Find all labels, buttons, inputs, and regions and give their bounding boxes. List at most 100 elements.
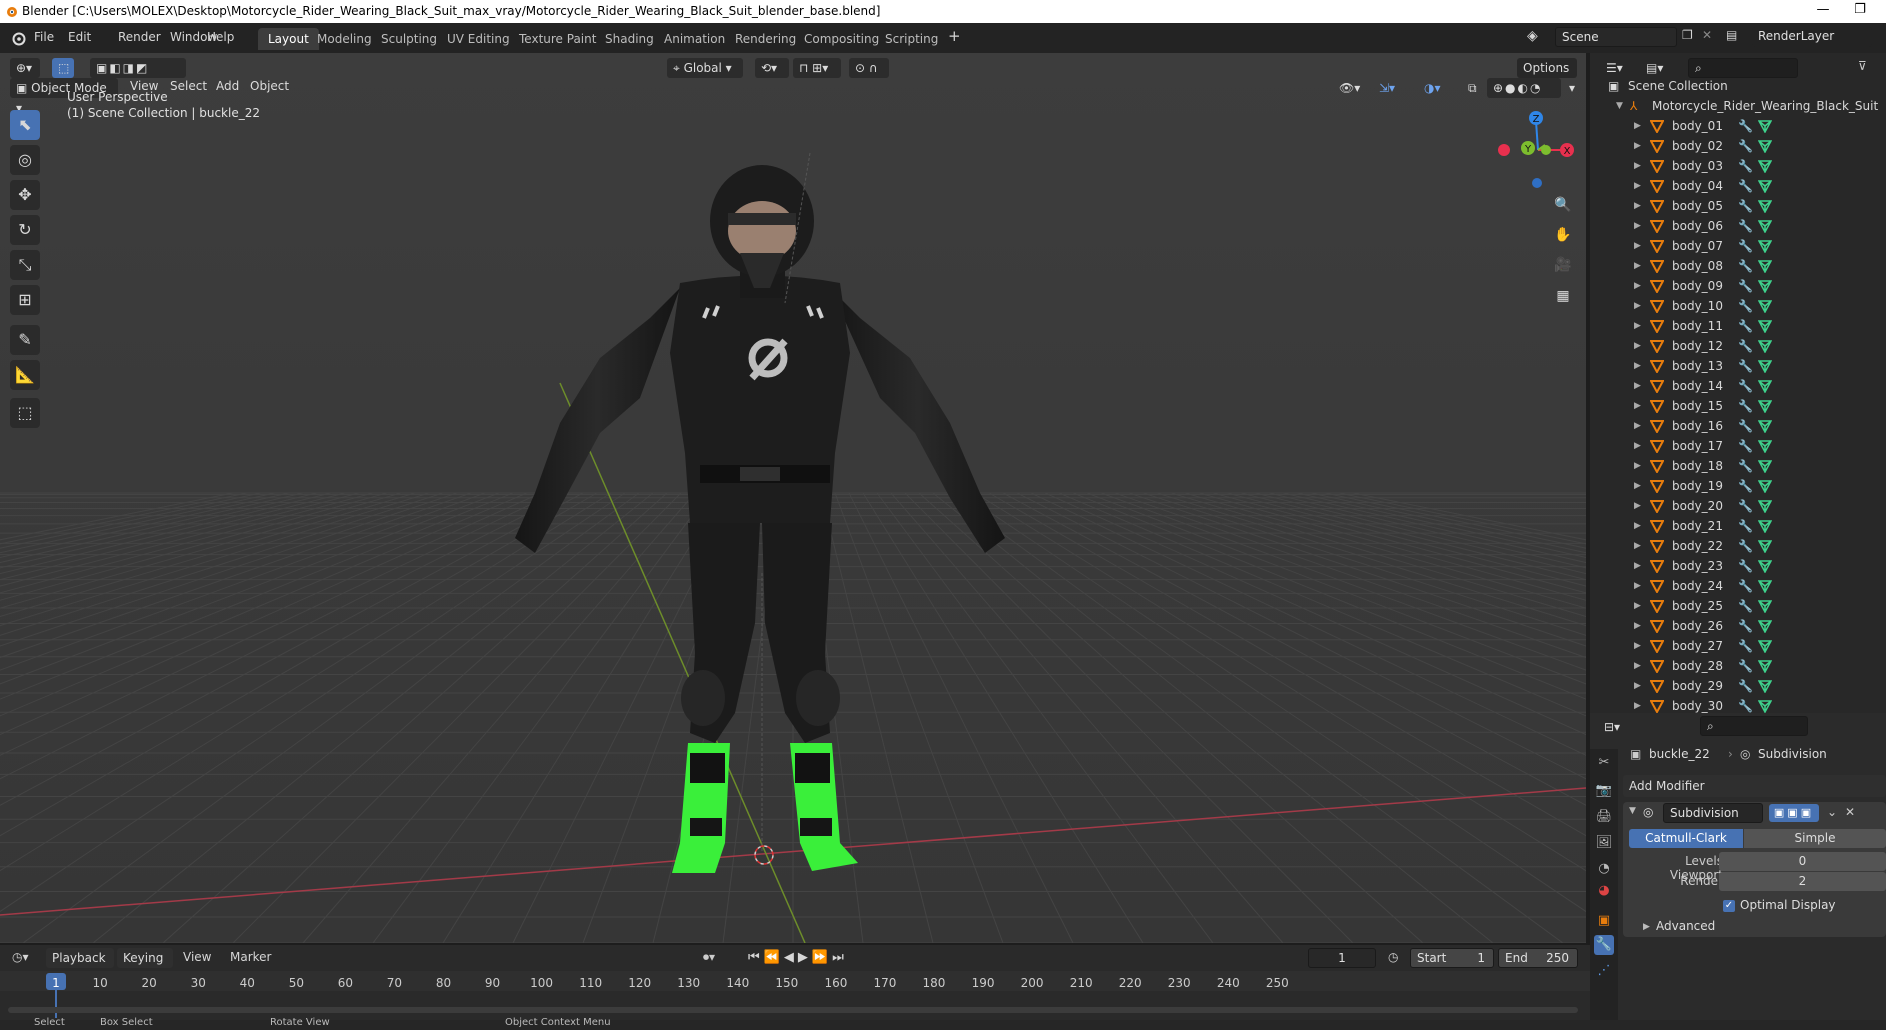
properties-search-input[interactable]: ⌕ xyxy=(1700,716,1808,736)
viewport-scene[interactable]: Z X Y xyxy=(0,53,1586,943)
visibility-toggle-icon[interactable]: 👁▾ xyxy=(1333,78,1367,98)
expand-icon[interactable]: ▶ xyxy=(1634,256,1641,276)
3d-viewport[interactable]: Z X Y ⊕▾ ⬚ ▣◧◨◩ ⌖ Global ▾ ⟲▾ ⊓ ⊞▾ ⊙ ∩ O… xyxy=(0,53,1586,943)
mesh-data-icon[interactable] xyxy=(1758,279,1772,293)
render-tab-icon[interactable]: 📷 xyxy=(1594,781,1614,801)
gizmo-toggle-icon[interactable]: ⇲▾ xyxy=(1373,78,1413,98)
mesh-data-icon[interactable] xyxy=(1758,139,1772,153)
expand-icon[interactable]: ▶ xyxy=(1634,116,1641,136)
pan-hand-icon[interactable]: ✋ xyxy=(1551,223,1575,247)
modifier-wrench-icon[interactable]: 🔧 xyxy=(1738,436,1753,456)
camera-view-icon[interactable]: 🎥 xyxy=(1551,253,1575,277)
outliner-item[interactable]: ▶ body_05 🔧 xyxy=(1590,196,1886,216)
mesh-data-icon[interactable] xyxy=(1758,199,1772,213)
shading-mode-buttons[interactable]: ⊕●◐◔ xyxy=(1487,78,1561,98)
playback-dropdown[interactable]: Playback ▾ xyxy=(46,948,114,985)
outliner-item[interactable]: ▶ body_12 🔧 xyxy=(1590,336,1886,356)
mesh-data-icon[interactable] xyxy=(1758,359,1772,373)
modifier-wrench-icon[interactable]: 🔧 xyxy=(1738,176,1753,196)
expand-icon[interactable]: ▶ xyxy=(1634,196,1641,216)
outliner-item[interactable]: ▶ body_22 🔧 xyxy=(1590,536,1886,556)
playback-controls[interactable]: ⏮⏪◀▶⏩⏭ xyxy=(748,950,848,965)
view-layer-icon[interactable]: ▤ xyxy=(1726,28,1737,42)
outliner-item[interactable]: ▶ body_30 🔧 xyxy=(1590,696,1886,713)
expand-icon[interactable]: ▶ xyxy=(1634,396,1641,416)
mesh-data-icon[interactable] xyxy=(1758,599,1772,613)
minimize-button[interactable]: — xyxy=(1808,2,1838,20)
scene-tab-icon[interactable]: ◔ xyxy=(1594,859,1614,879)
modifier-tab-icon[interactable]: 🔧 xyxy=(1594,935,1614,955)
expand-icon[interactable]: ▶ xyxy=(1634,296,1641,316)
modifier-wrench-icon[interactable]: 🔧 xyxy=(1738,276,1753,296)
modifier-wrench-icon[interactable]: 🔧 xyxy=(1738,676,1753,696)
tab-sculpting[interactable]: Sculpting xyxy=(371,28,447,50)
render-levels-field[interactable]: 2 xyxy=(1719,872,1886,891)
zoom-icon[interactable]: 🔍 xyxy=(1551,193,1575,217)
current-frame-field[interactable]: 1 xyxy=(1308,948,1376,968)
perspective-toggle-icon[interactable]: ▦ xyxy=(1551,284,1575,308)
keying-dropdown[interactable]: Keying ▾ xyxy=(117,948,173,985)
mesh-data-icon[interactable] xyxy=(1758,419,1772,433)
transform-orientation-dropdown[interactable]: ⌖ Global ▾ xyxy=(667,58,743,78)
expand-icon[interactable]: ▶ xyxy=(1634,616,1641,636)
mesh-data-icon[interactable] xyxy=(1758,319,1772,333)
simple-button[interactable]: Simple xyxy=(1744,829,1886,848)
outliner-item[interactable]: ▶ body_03 🔧 xyxy=(1590,156,1886,176)
expand-icon[interactable]: ▶ xyxy=(1634,596,1641,616)
outliner-collection[interactable]: ▼ ⅄ Motorcycle_Rider_Wearing_Black_Suit xyxy=(1590,96,1886,116)
preview-range-icon[interactable]: ◷ xyxy=(1388,950,1398,964)
outliner-item[interactable]: ▶ body_02 🔧 xyxy=(1590,136,1886,156)
timeline-menu-marker[interactable]: Marker xyxy=(230,950,271,964)
properties-panel[interactable]: ⊟▾ ⌕ ✂ 📷 🖨 🖼 ◔ ◕ ▣ 🔧 ⋰ ▣ buckle_22 › ◎ S… xyxy=(1590,713,1886,1030)
cursor-tool[interactable]: ◎ xyxy=(10,145,40,175)
modifier-wrench-icon[interactable]: 🔧 xyxy=(1738,636,1753,656)
outliner-item[interactable]: ▶ body_04 🔧 xyxy=(1590,176,1886,196)
viewport-menu-select[interactable]: Select xyxy=(170,79,207,93)
catmull-clark-button[interactable]: Catmull-Clark xyxy=(1629,829,1743,848)
record-toggle-icon[interactable]: ⏺▾ xyxy=(703,950,715,965)
outliner-item[interactable]: ▶ body_06 🔧 xyxy=(1590,216,1886,236)
outliner-item[interactable]: ▶ body_18 🔧 xyxy=(1590,456,1886,476)
expand-icon[interactable]: ▶ xyxy=(1634,496,1641,516)
proportional-edit-toggle[interactable]: ⊙ ∩ xyxy=(849,58,889,78)
expand-icon[interactable]: ▶ xyxy=(1634,276,1641,296)
expand-icon[interactable]: ▶ xyxy=(1634,696,1641,713)
collapse-modifier-icon[interactable]: ▼ xyxy=(1629,806,1636,816)
timeline-scrollbar[interactable] xyxy=(8,1007,1578,1013)
modifier-visibility-toggles[interactable]: ▣▣▣ xyxy=(1769,804,1819,822)
expand-icon[interactable]: ▶ xyxy=(1634,416,1641,436)
modifier-wrench-icon[interactable]: 🔧 xyxy=(1738,256,1753,276)
tool-tab-icon[interactable]: ✂ xyxy=(1594,753,1614,773)
advanced-expand-icon[interactable]: ▶ xyxy=(1643,922,1650,932)
view-layer-field[interactable]: RenderLayer xyxy=(1752,27,1872,47)
expand-icon[interactable]: ▶ xyxy=(1634,676,1641,696)
viewport-menu-object[interactable]: Object xyxy=(250,79,289,93)
tab-animation[interactable]: Animation xyxy=(654,28,735,50)
modifier-wrench-icon[interactable]: 🔧 xyxy=(1738,416,1753,436)
mesh-data-icon[interactable] xyxy=(1758,219,1772,233)
outliner-item[interactable]: ▶ body_21 🔧 xyxy=(1590,516,1886,536)
timeline-editor-type-icon[interactable]: ◷▾ xyxy=(12,950,29,964)
editor-type-dropdown[interactable]: ⊕▾ xyxy=(10,58,40,78)
measure-tool[interactable]: 📐 xyxy=(10,360,40,390)
mesh-data-icon[interactable] xyxy=(1758,379,1772,393)
outliner-item[interactable]: ▶ body_09 🔧 xyxy=(1590,276,1886,296)
end-frame-field[interactable]: End 250 xyxy=(1498,948,1578,968)
mesh-data-icon[interactable] xyxy=(1758,239,1772,253)
mesh-data-icon[interactable] xyxy=(1758,579,1772,593)
tab-scripting[interactable]: Scripting xyxy=(875,28,948,50)
pivot-point-dropdown[interactable]: ⟲▾ xyxy=(755,58,789,78)
mesh-data-icon[interactable] xyxy=(1758,519,1772,533)
expand-icon[interactable]: ▶ xyxy=(1634,316,1641,336)
levels-viewport-field[interactable]: 0 xyxy=(1719,852,1886,871)
mesh-data-icon[interactable] xyxy=(1758,559,1772,573)
blender-menu-icon[interactable] xyxy=(10,30,26,46)
selection-mode-buttons[interactable]: ▣◧◨◩ xyxy=(90,58,186,78)
outliner-search-input[interactable]: ⌕ xyxy=(1688,58,1798,78)
expand-icon[interactable]: ▶ xyxy=(1634,516,1641,536)
mesh-data-icon[interactable] xyxy=(1758,499,1772,513)
modifier-wrench-icon[interactable]: 🔧 xyxy=(1738,336,1753,356)
mesh-data-icon[interactable] xyxy=(1758,619,1772,633)
outliner-item[interactable]: ▶ body_24 🔧 xyxy=(1590,576,1886,596)
modifier-wrench-icon[interactable]: 🔧 xyxy=(1738,296,1753,316)
